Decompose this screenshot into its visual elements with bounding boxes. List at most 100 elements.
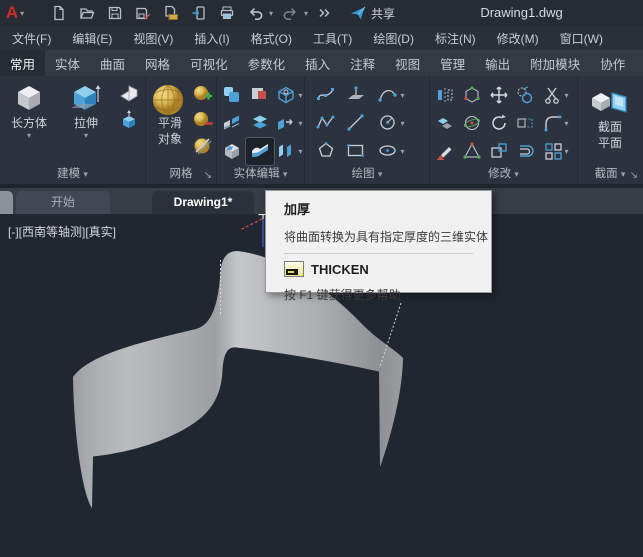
mesh-no-smooth-icon[interactable] — [192, 135, 214, 157]
thicken-icon[interactable] — [245, 136, 275, 166]
stretch-icon[interactable] — [515, 113, 535, 133]
undo-dropdown-icon[interactable]: ▾ — [269, 9, 273, 18]
rotate-3d-icon[interactable] — [462, 113, 482, 133]
surface-patch-icon[interactable] — [345, 84, 367, 106]
array-icon[interactable]: ▾ — [543, 141, 569, 161]
tab-output[interactable]: 输出 — [475, 50, 520, 76]
section-plane-icon — [592, 92, 627, 113]
undo-icon[interactable] — [244, 3, 266, 23]
tab-parametric[interactable]: 参数化 — [238, 50, 296, 76]
share-button[interactable]: 共享 — [350, 5, 395, 22]
tab-collaborate[interactable]: 协作 — [590, 50, 635, 76]
file-folder-icon[interactable] — [160, 3, 182, 23]
mirror-icon[interactable] — [435, 85, 455, 105]
dialog-launcher-icon: ↘ — [629, 170, 638, 181]
print-icon[interactable] — [216, 3, 238, 23]
tab-visualize[interactable]: 可视化 — [180, 50, 238, 76]
separate-icon[interactable] — [249, 112, 271, 134]
polysolid-icon[interactable] — [118, 83, 140, 105]
save-icon[interactable] — [104, 3, 126, 23]
menu-view[interactable]: 视图(V) — [133, 30, 173, 47]
mesh-refine-add-icon[interactable] — [192, 83, 214, 105]
menu-file[interactable]: 文件(F) — [12, 30, 51, 47]
rect-handle-icon[interactable] — [489, 141, 509, 161]
rotate-icon[interactable] — [489, 113, 509, 133]
erase-icon[interactable] — [435, 141, 455, 161]
tab-solid[interactable]: 实体 — [45, 50, 90, 76]
align-3d-icon[interactable] — [462, 85, 482, 105]
mesh-refine-remove-icon[interactable] — [192, 109, 214, 131]
box-button[interactable]: 长方体 ▾ — [0, 76, 58, 140]
line-icon[interactable] — [345, 112, 367, 134]
menu-insert[interactable]: 插入(I) — [194, 30, 229, 47]
mobile-transfer-icon[interactable] — [188, 3, 210, 23]
spline-icon[interactable] — [315, 84, 337, 106]
extrude-button[interactable]: 拉伸 ▾ — [58, 76, 114, 140]
menu-dimension[interactable]: 标注(N) — [435, 30, 476, 47]
menu-draw[interactable]: 绘图(D) — [373, 30, 414, 47]
extrude-icon — [71, 85, 101, 110]
scale-icon[interactable] — [462, 141, 482, 161]
file-tab-start[interactable]: 开始 — [16, 191, 110, 214]
app-menu-button[interactable]: A ▾ — [0, 1, 30, 25]
slice-solid-icon[interactable] — [435, 113, 455, 133]
file-tab-drawing1[interactable]: Drawing1* — [152, 191, 254, 214]
tooltip-title: 加厚 — [284, 202, 311, 217]
tab-surface[interactable]: 曲面 — [90, 50, 135, 76]
copy-icon[interactable] — [515, 85, 535, 105]
polyline-icon[interactable] — [315, 112, 337, 134]
tab-manage[interactable]: 管理 — [430, 50, 475, 76]
more-chevrons-icon[interactable] — [314, 3, 336, 23]
redo-dropdown-icon[interactable]: ▾ — [304, 9, 308, 18]
polygon-icon[interactable] — [315, 140, 337, 162]
menu-format[interactable]: 格式(O) — [251, 30, 292, 47]
extrude-faces-icon[interactable]: ▾ — [275, 112, 303, 134]
panel-mesh: 平滑 对象 网格 ↘ — [146, 76, 217, 184]
open-folder-icon[interactable] — [76, 3, 98, 23]
offset-icon[interactable] — [515, 141, 535, 161]
menu-window[interactable]: 窗口(W) — [560, 30, 603, 47]
ellipse-icon[interactable]: ▾ — [377, 140, 405, 162]
panel-label-section[interactable]: 截面 ▾ ↘ — [578, 165, 642, 181]
tab-mesh[interactable]: 网格 — [135, 50, 180, 76]
trim-icon[interactable]: ▾ — [543, 85, 569, 105]
menu-modify[interactable]: 修改(M) — [497, 30, 539, 47]
tab-home[interactable]: 常用 — [0, 50, 46, 76]
panel-label-modeling[interactable]: 建模 ▾ — [0, 165, 145, 181]
panel-label-solid-editing[interactable]: 实体编辑 ▾ — [217, 165, 304, 181]
panel-label-modify[interactable]: 修改 ▾ — [430, 165, 577, 181]
share-label: 共享 — [371, 6, 396, 21]
command-window-icon — [284, 261, 304, 277]
solid-edit-cube-icon[interactable]: ▾ — [275, 84, 303, 106]
panel-label-draw[interactable]: 绘图 ▾ — [305, 165, 429, 181]
smooth-object-icon — [153, 84, 183, 116]
presspull-icon[interactable] — [118, 109, 140, 131]
panel-solid-editing: ▾ ▾ ▾ 实体编辑 ▾ — [217, 76, 305, 184]
imprint-icon[interactable] — [221, 140, 243, 162]
subtract-icon[interactable] — [249, 84, 271, 106]
redo-icon[interactable] — [279, 3, 301, 23]
offset-edges-icon[interactable]: ▾ — [275, 140, 303, 162]
save-as-icon[interactable] — [132, 3, 154, 23]
fillet-icon[interactable]: ▾ — [543, 113, 569, 133]
union-icon[interactable] — [221, 84, 243, 106]
move-icon[interactable] — [489, 85, 509, 105]
viewport-controls-label[interactable]: [-][西南等轴测][真实] — [8, 223, 116, 240]
tab-annotate[interactable]: 注释 — [340, 50, 385, 76]
menu-edit[interactable]: 编辑(E) — [72, 30, 112, 47]
tab-insert[interactable]: 插入 — [295, 50, 340, 76]
new-file-icon[interactable] — [48, 3, 70, 23]
tab-addins[interactable]: 附加模块 — [520, 50, 590, 76]
tooltip-divider — [284, 253, 473, 254]
tooltip-description: 将曲面转换为具有指定厚度的三维实体 — [284, 230, 489, 244]
rectangle-icon[interactable] — [345, 140, 367, 162]
arc-icon[interactable]: ▾ — [377, 84, 405, 106]
circle-icon[interactable]: ▾ — [377, 112, 405, 134]
tab-edge-decoration — [0, 191, 13, 214]
chevron-down-icon: ▾ — [20, 8, 25, 18]
panel-label-mesh[interactable]: 网格 ↘ — [146, 165, 216, 181]
section-plane-button[interactable]: 截面 平面 — [578, 76, 642, 150]
slice-icon[interactable] — [221, 112, 243, 134]
menu-tools[interactable]: 工具(T) — [313, 30, 352, 47]
tab-view[interactable]: 视图 — [385, 50, 430, 76]
